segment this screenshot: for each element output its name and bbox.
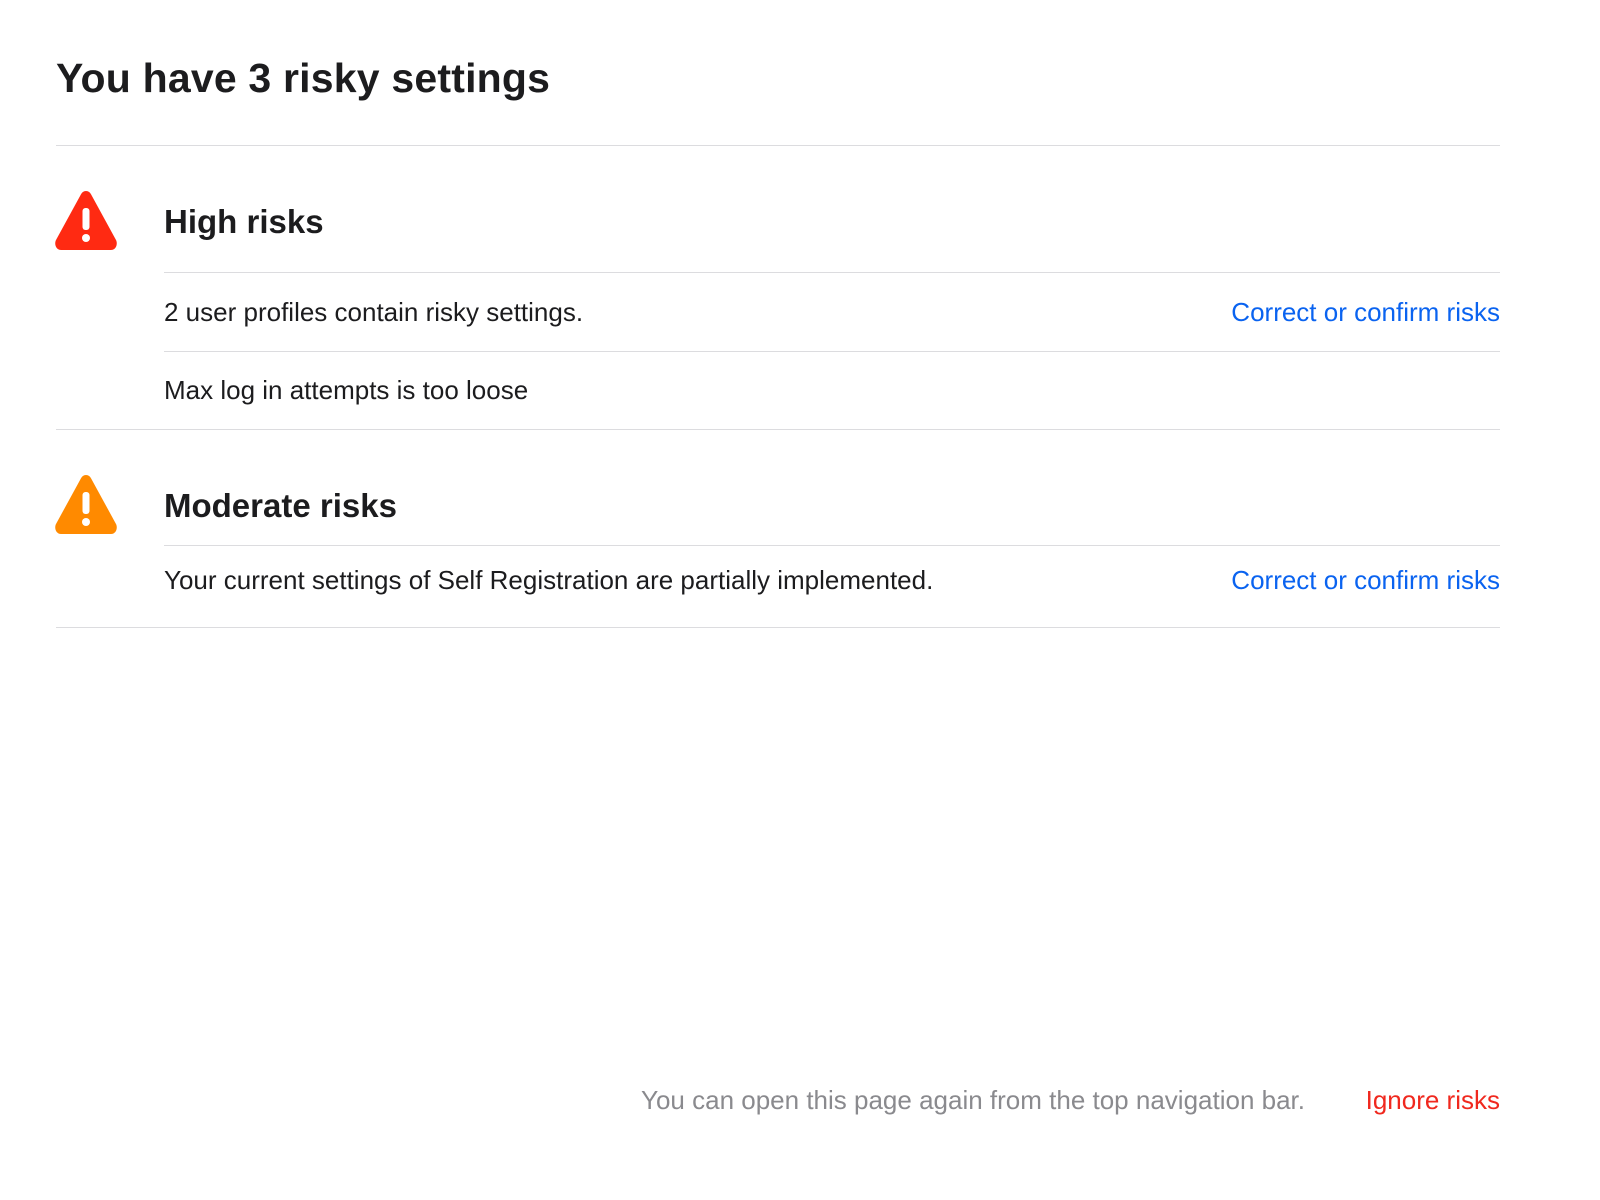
correct-or-confirm-risks-link[interactable]: Correct or confirm risks (1231, 562, 1500, 598)
risk-row-divider (164, 351, 1500, 352)
moderate-risks-heading-divider (164, 545, 1500, 546)
section-divider (56, 429, 1500, 430)
high-risks-heading-divider (164, 272, 1500, 273)
header-divider (56, 145, 1500, 146)
moderate-risks-heading: Moderate risks (164, 487, 397, 524)
high-risks-heading: High risks (164, 203, 324, 240)
ignore-risks-button[interactable]: Ignore risks (1366, 1082, 1500, 1118)
risk-row-text: Max log in attempts is too loose (164, 375, 529, 405)
footer-note: You can open this page again from the to… (641, 1085, 1305, 1115)
high-risk-warning-icon (55, 191, 117, 250)
correct-or-confirm-risks-link[interactable]: Correct or confirm risks (1231, 294, 1500, 330)
moderate-risk-warning-icon (55, 475, 117, 534)
page-title: You have 3 risky settings (56, 55, 551, 101)
risk-row-text: 2 user profiles contain risky settings. (164, 297, 584, 327)
section-divider (56, 627, 1500, 628)
risk-row-text: Your current settings of Self Registrati… (164, 565, 934, 595)
